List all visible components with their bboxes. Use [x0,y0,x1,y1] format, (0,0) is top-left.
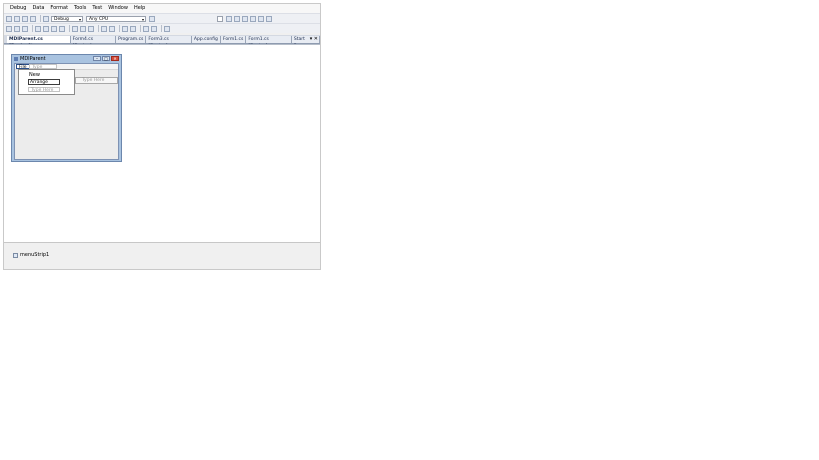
chevron-down-icon: ▾ [78,16,81,22]
solution-explorer-icon[interactable] [226,15,232,22]
center-vertically-icon[interactable] [130,25,136,32]
menu-window[interactable]: Window [105,4,131,13]
save-icon[interactable] [30,15,36,22]
tab-form4-design[interactable]: Form4.cs [Design] [70,36,117,49]
tab-form3-design[interactable]: Form3.cs [Design] [146,36,192,49]
align-top-icon[interactable] [35,25,41,32]
menu-data[interactable]: Data [29,4,47,13]
toolbar-separator [32,25,33,32]
platform-combo[interactable]: Any CPU ▾ [86,15,146,22]
extensions-icon[interactable] [266,15,272,22]
tray-item-label: menuStrip1 [20,252,50,258]
redo-icon[interactable] [22,15,28,22]
vertical-spacing-icon[interactable] [109,25,115,32]
designer-surface: MDIParent – □ ✕ File Type Here New Arran… [4,44,320,243]
send-to-back-icon[interactable] [151,25,157,32]
standard-toolbar: Debug ▾ Any CPU ▾ [4,13,320,23]
form-mdiparent[interactable]: MDIParent – □ ✕ File Type Here New Arran… [11,54,122,162]
toolbar-separator [119,25,120,32]
find-combo[interactable] [217,15,223,22]
menu-test[interactable]: Test [89,4,105,13]
toolbar-separator [161,25,162,32]
find-icon[interactable] [149,15,155,22]
menu-item-new[interactable]: New [29,72,40,78]
layout-toolbar [4,23,320,33]
dropdown-type-here[interactable]: Type Here [28,87,60,93]
toolbox-icon[interactable] [250,15,256,22]
tab-close-controls[interactable]: ▾ ✕ [310,35,318,43]
horizontal-spacing-icon[interactable] [101,25,107,32]
minimize-icon[interactable]: – [93,56,101,61]
toolbar-separator [40,15,41,22]
tray-item-menustrip[interactable]: menuStrip1 [13,252,49,258]
start-debug-icon[interactable] [43,15,49,22]
toolbar-separator [98,25,99,32]
tab-form1[interactable]: Form1.cs [220,36,247,43]
document-tabs: MDIParent.cs [Design]* Form4.cs [Design]… [4,35,320,49]
same-size-icon[interactable] [80,25,86,32]
menu-item-edit-input[interactable]: Arrange [28,79,60,85]
tab-app-config[interactable]: App.config [191,36,221,43]
menu-help[interactable]: Help [131,4,148,13]
align-middle-icon[interactable] [43,25,49,32]
maximize-icon[interactable]: □ [102,56,110,61]
menu-format[interactable]: Format [47,4,71,13]
tab-form1-design[interactable]: Form1.cs [Design] [246,36,292,49]
submenu-type-here[interactable]: Type Here [75,77,118,84]
ide-window: Debug Data Format Tools Test Window Help… [3,3,321,270]
team-explorer-icon[interactable] [258,15,264,22]
configuration-combo[interactable]: Debug ▾ [51,15,83,22]
size-to-grid-icon[interactable] [88,25,94,32]
form-client-area: File Type Here New Arrange Type Here Typ… [14,63,119,160]
configuration-value: Debug [54,16,69,22]
same-width-icon[interactable] [59,25,65,32]
platform-value: Any CPU [89,16,109,22]
window-buttons: – □ ✕ [93,56,119,61]
tab-order-icon[interactable] [164,25,170,32]
center-horizontally-icon[interactable] [122,25,128,32]
close-icon[interactable]: ✕ [111,56,119,61]
menustrip-icon [13,252,18,258]
same-height-icon[interactable] [72,25,78,32]
file-dropdown: New Arrange Type Here [18,69,75,95]
component-tray: menuStrip1 [4,242,320,269]
align-right-icon[interactable] [22,25,28,32]
tab-program[interactable]: Program.cs [116,36,147,43]
align-bottom-icon[interactable] [51,25,57,32]
properties-icon[interactable] [234,15,240,22]
form-icon [14,56,18,61]
undo-icon[interactable] [14,15,20,22]
menu-tools[interactable]: Tools [71,4,89,13]
bring-to-front-icon[interactable] [143,25,149,32]
align-left-icon[interactable] [6,25,12,32]
align-center-icon[interactable] [14,25,20,32]
tab-mdiparent-design[interactable]: MDIParent.cs [Design]* [7,36,71,49]
form-title: MDIParent [20,55,46,62]
chevron-down-icon: ▾ [141,16,144,22]
new-file-icon[interactable] [6,15,12,22]
object-browser-icon[interactable] [242,15,248,22]
toolbar-separator [69,25,70,32]
toolbar-separator [140,25,141,32]
menu-bar: Debug Data Format Tools Test Window Help [4,4,320,13]
menu-debug[interactable]: Debug [7,4,29,13]
